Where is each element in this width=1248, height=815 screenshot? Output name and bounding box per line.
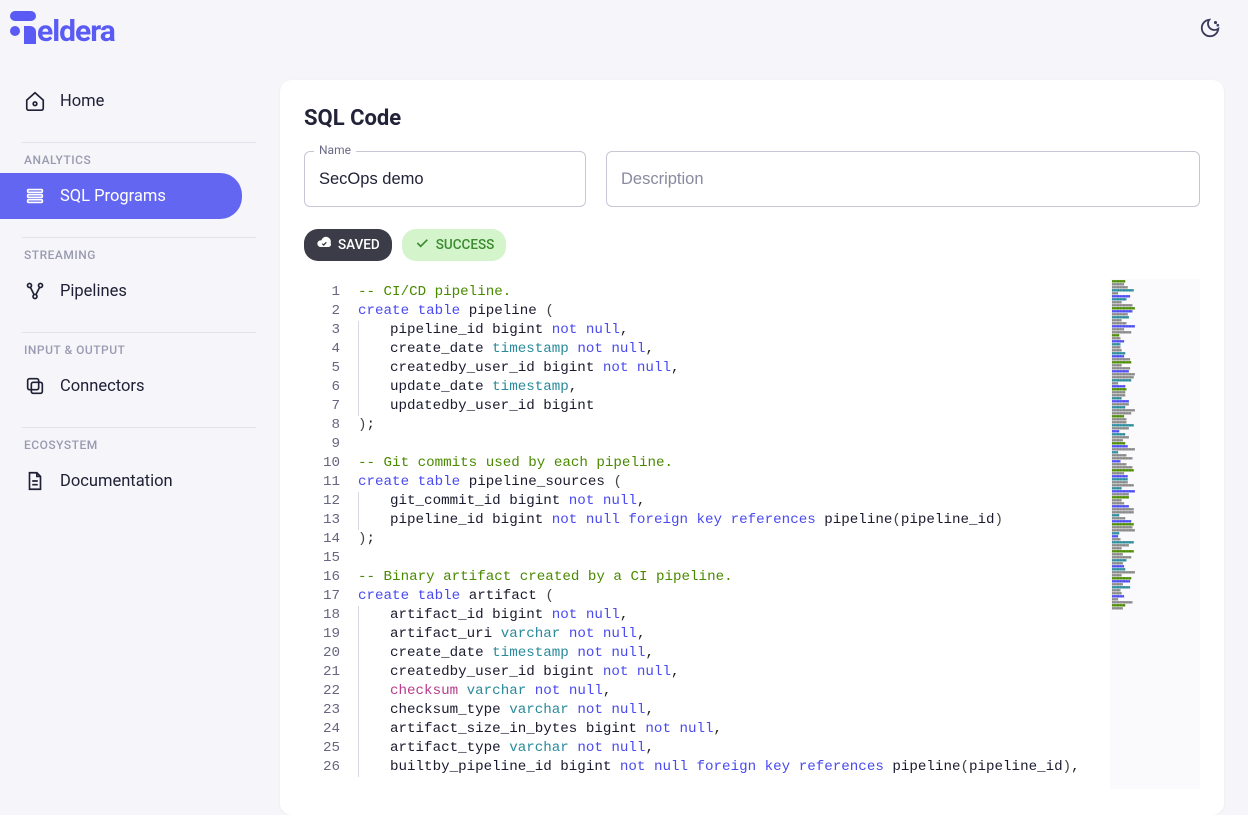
content: SQL Code Name — [280, 60, 1248, 815]
theme-toggle[interactable] — [1196, 16, 1224, 44]
sql-programs-icon — [24, 185, 46, 207]
sidebar-item-label: Pipelines — [60, 282, 127, 301]
sidebar-item-home[interactable]: Home — [0, 78, 242, 124]
sidebar-item-label: SQL Programs — [60, 187, 166, 206]
sql-code-card: SQL Code Name — [280, 80, 1224, 815]
sidebar-section-streaming: STREAMING — [0, 219, 280, 268]
sidebar-section-ecosystem: ECOSYSTEM — [0, 409, 280, 458]
sidebar-item-documentation[interactable]: Documentation — [0, 458, 242, 504]
name-label: Name — [314, 143, 356, 157]
sidebar-item-pipelines[interactable]: Pipelines — [0, 268, 242, 314]
sidebar-section-analytics: ANALYTICS — [0, 124, 280, 173]
description-input[interactable] — [606, 151, 1200, 207]
sidebar-item-label: Documentation — [60, 472, 173, 491]
name-field-wrapper: Name — [304, 151, 586, 207]
sidebar-section-input-output: INPUT & OUTPUT — [0, 314, 280, 363]
connectors-icon — [24, 375, 46, 397]
success-badge: SUCCESS — [402, 229, 507, 261]
moon-icon — [1199, 17, 1221, 43]
sidebar-item-sql-programs[interactable]: SQL Programs — [0, 173, 242, 219]
check-icon — [414, 235, 430, 255]
editor-gutter: 1234567891011121314151617181920212223242… — [304, 279, 358, 789]
status-badges: SAVED SUCCESS — [304, 229, 1200, 261]
pipelines-icon — [24, 280, 46, 302]
sidebar-item-label: Connectors — [60, 377, 145, 396]
brand-logo[interactable]: eldera — [10, 11, 115, 49]
program-form: Name — [304, 151, 1200, 207]
sidebar-item-label: Home — [60, 92, 104, 111]
name-input[interactable] — [304, 151, 586, 207]
home-icon — [24, 90, 46, 112]
cloud-check-icon — [316, 235, 332, 255]
sidebar: Home ANALYTICS SQL Programs STREAMING — [0, 60, 280, 815]
logo-mark — [10, 11, 36, 41]
description-field-wrapper — [606, 151, 1200, 207]
saved-badge: SAVED — [304, 229, 392, 261]
editor-minimap[interactable]: ███████████ ██████████ █████████████ ███… — [1110, 279, 1200, 789]
sidebar-item-connectors[interactable]: Connectors — [0, 363, 242, 409]
page-title: SQL Code — [304, 106, 1200, 131]
documentation-icon — [24, 470, 46, 492]
editor-code[interactable]: -- CI/CD pipeline.create table pipeline … — [358, 279, 1110, 789]
success-label: SUCCESS — [436, 237, 495, 253]
topbar: eldera — [0, 0, 1248, 60]
code-editor[interactable]: 1234567891011121314151617181920212223242… — [304, 279, 1200, 789]
brand-text: eldera — [37, 14, 115, 49]
saved-label: SAVED — [338, 237, 380, 253]
